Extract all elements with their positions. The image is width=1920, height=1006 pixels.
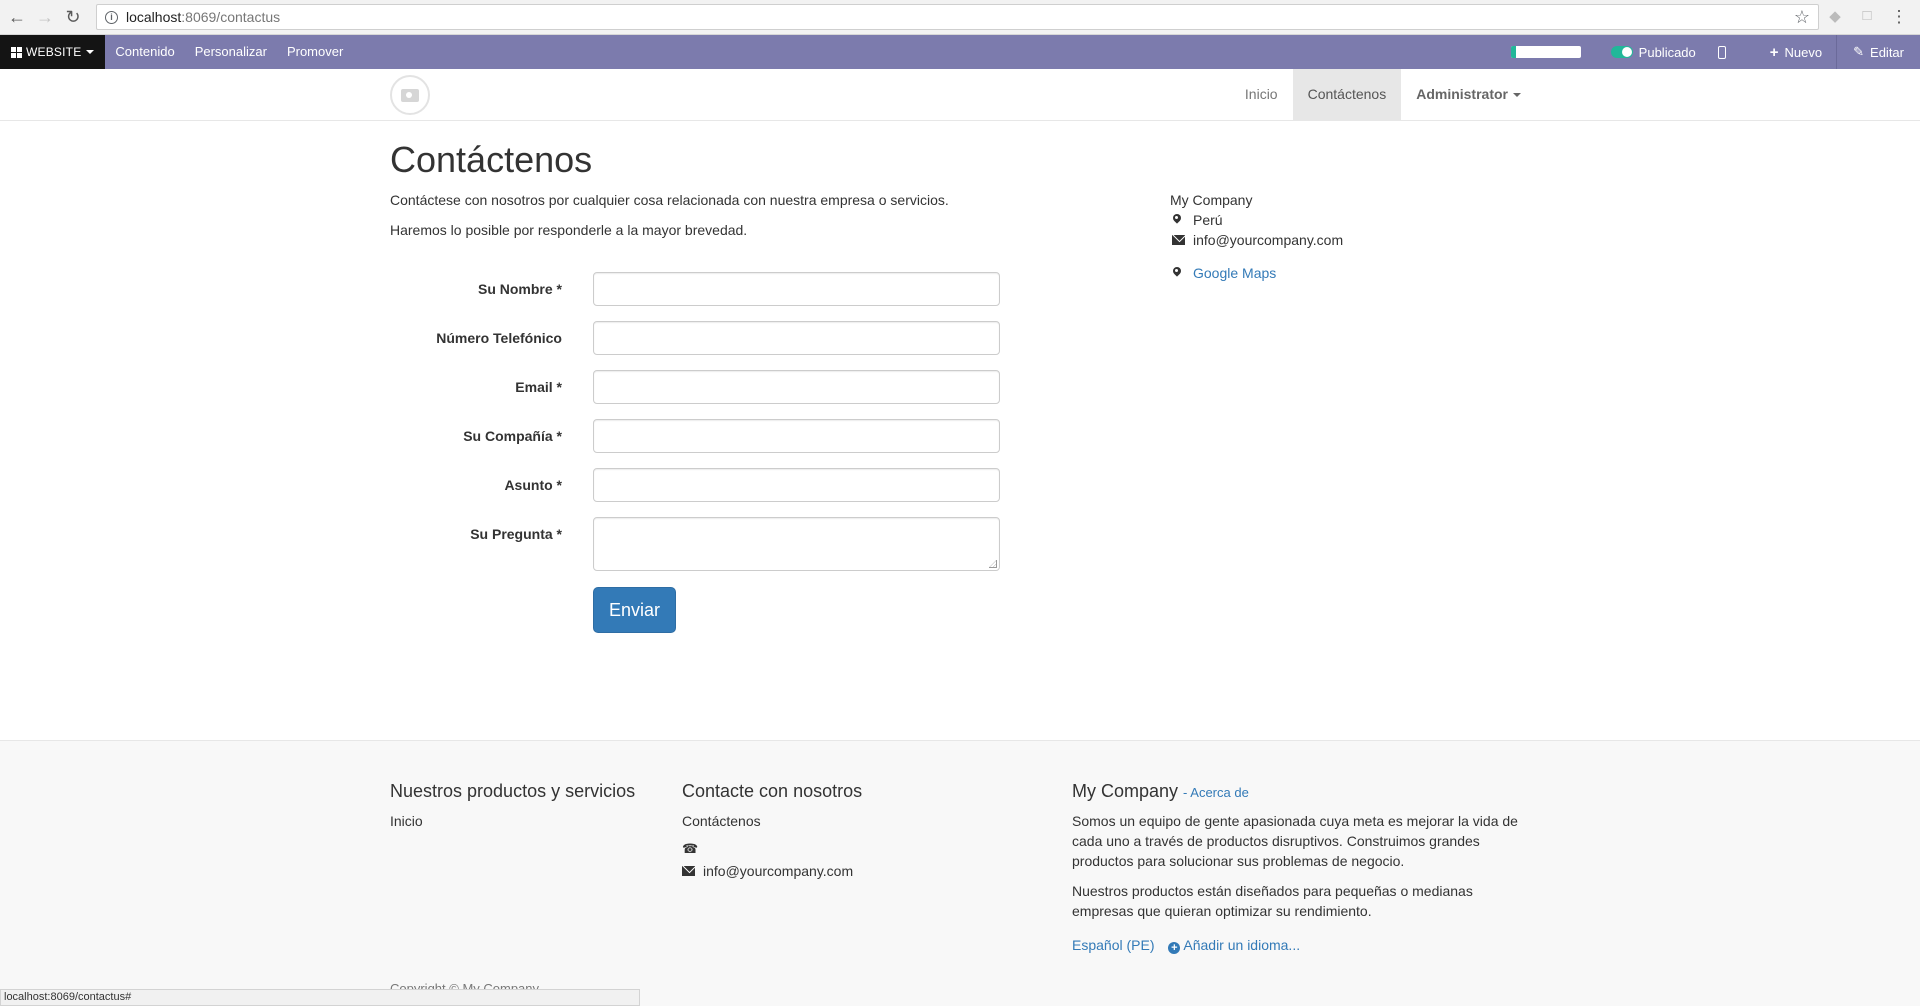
star-icon[interactable]: ☆ — [1794, 7, 1810, 28]
website-admin-bar: WEBSITE Contenido Personalizar Promover … — [0, 35, 1920, 69]
apps-grid-icon — [11, 46, 22, 58]
language-current[interactable]: Español (PE) — [1072, 937, 1154, 953]
phone-field[interactable] — [593, 321, 1000, 355]
footer-products-line: empresas que quieran optimizar su rendim… — [1072, 903, 1372, 919]
label-phone: Número Telefónico — [436, 330, 562, 346]
seo-progress-bar[interactable] — [1510, 46, 1581, 58]
map-marker-icon — [1172, 267, 1182, 280]
url-path: :8069/contactus — [181, 9, 281, 25]
browser-toolbar: ← → ↻ i localhost:8069/contactus ☆ ◆ □ ⋮ — [0, 0, 1920, 35]
footer-company-name: My Company — [1072, 781, 1179, 801]
footer-contactenos-link[interactable]: Contáctenos — [682, 811, 761, 831]
publish-toggle[interactable]: Publicado — [1610, 44, 1696, 60]
footer-inicio-link[interactable]: Inicio — [390, 811, 423, 831]
intro-text-2: Haremos lo posible por responderle a la … — [390, 222, 748, 238]
nav-administrator[interactable]: Administrator — [1401, 69, 1536, 120]
footer-about-text: Somos un equipo de gente apasionada cuya… — [1072, 811, 1518, 871]
published-label: Publicado — [1638, 44, 1696, 60]
plus-circle-icon: + — [1168, 942, 1181, 954]
new-label: Nuevo — [1784, 44, 1823, 60]
site-header: Inicio Contáctenos Administrator — [0, 69, 1920, 121]
footer-products-line: Nuestros productos están diseñados para … — [1072, 883, 1473, 899]
label-company: Su Compañía * — [463, 428, 562, 444]
intro-text-1: Contáctese con nosotros por cualquier co… — [390, 192, 949, 208]
toggle-switch-icon — [1610, 46, 1633, 58]
edit-button[interactable]: ✎ Editar — [1836, 35, 1920, 69]
aside-address: Perú — [1172, 212, 1223, 228]
nav-contactenos[interactable]: Contáctenos — [1292, 69, 1402, 120]
browser-status-bar: localhost:8069/contactus# — [0, 989, 640, 1006]
menu-dots-icon[interactable]: ⋮ — [1890, 7, 1908, 26]
pencil-icon: ✎ — [1853, 44, 1865, 59]
label-name: Su Nombre * — [477, 281, 562, 297]
progress-fill — [1510, 46, 1517, 58]
main-menu: Inicio Contáctenos Administrator — [1230, 69, 1536, 120]
envelope-icon — [1172, 235, 1185, 245]
footer-email-row: info@yourcompany.com — [682, 861, 853, 881]
aside-company-name: My Company — [1170, 192, 1253, 208]
caret-down-icon — [86, 50, 95, 54]
forward-arrow-icon[interactable]: → — [34, 6, 56, 28]
submit-button[interactable]: Enviar — [593, 587, 676, 633]
administrator-label: Administrator — [1416, 86, 1508, 102]
label-subject: Asunto * — [504, 477, 562, 493]
language-selector: Español (PE) + Añadir un idioma... — [1072, 935, 1300, 955]
footer-about-line: productos para solucionar sus problemas … — [1072, 853, 1405, 869]
about-link[interactable]: - Acerca de — [1183, 785, 1249, 800]
aside-email-row: info@yourcompany.com — [1172, 232, 1343, 248]
aside-country: Perú — [1193, 212, 1223, 228]
site-footer: Nuestros productos y servicios Inicio Co… — [0, 740, 1920, 1006]
add-language-label: Añadir un idioma... — [1183, 937, 1301, 953]
footer-about-line: Somos un equipo de gente apasionada cuya… — [1072, 813, 1518, 829]
nav-inicio[interactable]: Inicio — [1230, 69, 1293, 120]
aside-maps-row: Google Maps — [1172, 265, 1276, 281]
extension-icon[interactable]: ◆ — [1826, 7, 1844, 25]
address-bar[interactable]: i localhost:8069/contactus ☆ — [96, 4, 1819, 30]
site-logo[interactable] — [390, 75, 430, 115]
label-question: Su Pregunta * — [470, 526, 562, 542]
footer-company-title: My Company - Acerca de — [1072, 781, 1249, 802]
website-menu-button[interactable]: WEBSITE — [0, 35, 106, 69]
page-title: Contáctenos — [390, 139, 593, 180]
website-label: WEBSITE — [26, 45, 82, 59]
name-field[interactable] — [593, 272, 1000, 306]
footer-products-title: Nuestros productos y servicios — [390, 781, 636, 801]
envelope-icon — [682, 866, 695, 876]
info-icon[interactable]: i — [105, 10, 118, 24]
url-host: localhost — [126, 9, 182, 25]
menu-contenido[interactable]: Contenido — [105, 35, 184, 69]
camera-icon — [401, 88, 419, 102]
back-arrow-icon[interactable]: ← — [6, 6, 28, 28]
question-textarea[interactable] — [593, 517, 1000, 571]
add-language-link[interactable]: + Añadir un idioma... — [1168, 937, 1301, 954]
menu-personalizar[interactable]: Personalizar — [185, 35, 277, 69]
phone-icon: ☎ — [682, 841, 699, 856]
footer-contact-title: Contacte con nosotros — [682, 781, 863, 801]
subject-field[interactable] — [593, 468, 1000, 502]
menu-promover[interactable]: Promover — [277, 35, 353, 69]
email-field[interactable] — [593, 370, 1000, 404]
company-field[interactable] — [593, 419, 1000, 453]
plus-icon: + — [1769, 43, 1779, 61]
map-marker-icon — [1172, 214, 1182, 227]
footer-about-line: cada uno a través de productos disruptiv… — [1072, 833, 1480, 849]
google-maps-link[interactable]: Google Maps — [1193, 265, 1276, 281]
footer-products-text: Nuestros productos están diseñados para … — [1072, 881, 1473, 921]
reload-icon[interactable]: ↻ — [62, 6, 84, 28]
new-button[interactable]: + Nuevo — [1756, 35, 1836, 69]
edit-label: Editar — [1870, 44, 1904, 60]
mobile-icon[interactable] — [1717, 45, 1726, 59]
footer-email: info@yourcompany.com — [703, 863, 854, 879]
aside-email: info@yourcompany.com — [1193, 232, 1344, 248]
extension-icon-2[interactable]: □ — [1858, 7, 1876, 25]
caret-down-icon — [1513, 93, 1521, 98]
label-email: Email * — [515, 379, 562, 395]
resize-handle[interactable] — [989, 560, 997, 568]
